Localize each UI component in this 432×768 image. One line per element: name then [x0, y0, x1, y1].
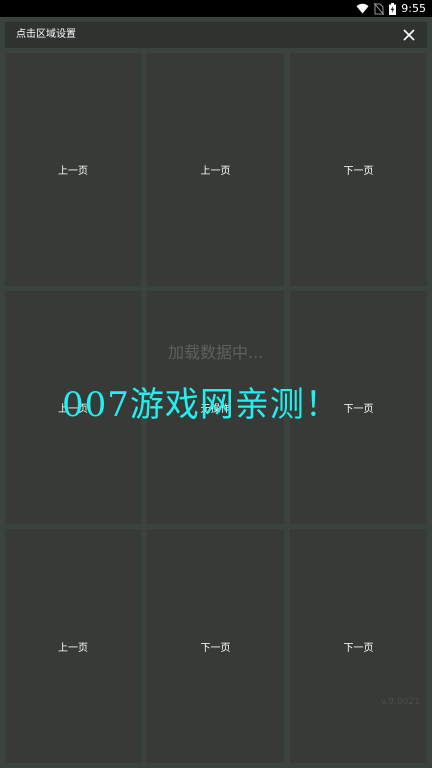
- close-button[interactable]: [399, 25, 419, 45]
- tap-zone-bottom-center[interactable]: 下一页: [147, 529, 284, 763]
- tap-zone-label: 下一页: [200, 642, 231, 654]
- close-icon: [403, 29, 415, 41]
- wifi-icon: [356, 3, 369, 14]
- tap-zone-top-center[interactable]: 上一页: [147, 53, 284, 286]
- tap-zone-label: 上一页: [58, 642, 88, 654]
- no-sim-icon: [374, 2, 385, 15]
- page-title: 点击区域设置: [16, 29, 76, 40]
- header-bar: 点击区域设置: [5, 22, 427, 48]
- tap-zone-label: 上一页: [58, 404, 88, 415]
- battery-charging-icon: [389, 2, 397, 15]
- click-area-settings-screen: 点击区域设置 上一页 上一页 下一页 上一页 无操作 下一页 上一页 下一页 下…: [0, 17, 432, 768]
- tap-zone-label: 无操作: [200, 404, 231, 415]
- tap-zone-label: 下一页: [343, 404, 374, 415]
- tap-zone-top-left[interactable]: 上一页: [5, 53, 141, 286]
- tap-zone-label: 下一页: [343, 642, 374, 654]
- status-bar: 9:55: [0, 0, 432, 17]
- status-icons: 9:55: [356, 0, 426, 17]
- tap-zone-label: 上一页: [58, 166, 88, 177]
- tap-zone-middle-right[interactable]: 下一页: [290, 291, 427, 524]
- tap-zone-bottom-left[interactable]: 上一页: [5, 529, 141, 763]
- tap-zone-label: 上一页: [200, 166, 231, 177]
- tap-zone-grid: 上一页 上一页 下一页 上一页 无操作 下一页 上一页 下一页 下一页: [5, 53, 427, 763]
- tap-zone-top-right[interactable]: 下一页: [290, 53, 427, 286]
- status-time: 9:55: [401, 2, 426, 15]
- tap-zone-middle-left[interactable]: 上一页: [5, 291, 141, 524]
- tap-zone-bottom-right[interactable]: 下一页: [290, 529, 427, 763]
- tap-zone-middle-center[interactable]: 无操作: [147, 291, 284, 524]
- tap-zone-label: 下一页: [343, 166, 374, 177]
